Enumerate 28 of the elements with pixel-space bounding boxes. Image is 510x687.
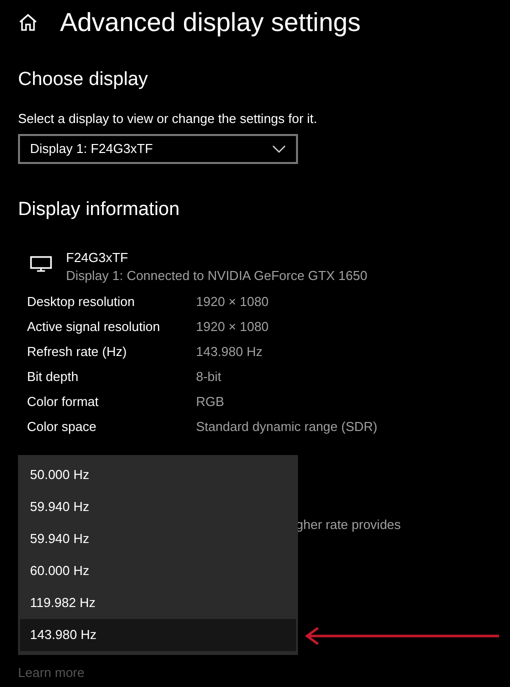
info-label: Active signal resolution [27,318,161,336]
chevron-down-icon [272,145,286,153]
info-label: Desktop resolution [27,292,136,311]
menu-item[interactable]: 50.000 Hz [20,459,296,491]
menu-item[interactable]: 143.980 Hz [20,619,296,651]
info-value: 8-bit [196,368,222,386]
info-label: Bit depth [27,368,80,386]
home-icon[interactable] [18,12,38,32]
info-value: Standard dynamic range (SDR) [196,418,378,436]
monitor-icon [30,256,52,272]
info-label: Refresh rate (Hz) [27,342,128,361]
description-text: Select a display to view or change the settings for it. [18,112,318,125]
menu-item[interactable]: 59.940 Hz [20,491,296,523]
menu-item[interactable]: 59.940 Hz [20,523,296,555]
monitor-connection: Display 1: Connected to NVIDIA GeForce GTX 1650 [66,267,368,285]
page-title: Advanced display settings [60,9,361,35]
monitor-name: F24G3xTF [66,249,130,267]
display-dropdown[interactable]: Display 1: F24G3xTF [18,134,298,164]
info-label: Color format [27,392,100,411]
info-value: RGB [196,392,224,411]
section-heading: Choose display [18,70,149,89]
info-value: 1920 × 1080 [196,318,269,336]
section-heading: Display information [18,200,181,219]
info-value: 143.980 Hz [196,342,262,361]
info-label: Color space [27,418,98,436]
info-value: 1920 × 1080 [196,292,269,311]
menu-item[interactable]: 119.982 Hz [20,587,296,619]
menu-item[interactable]: 60.000 Hz [20,555,296,587]
